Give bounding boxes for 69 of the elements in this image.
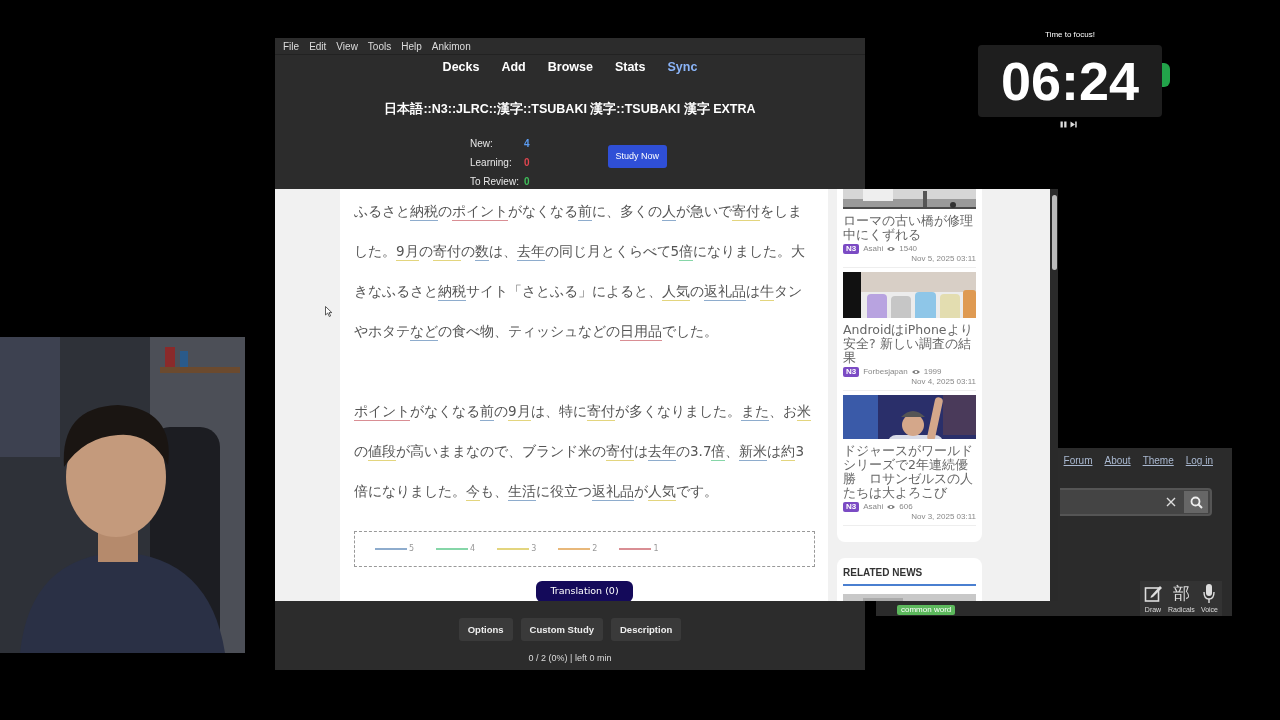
mouse-cursor-icon [325, 306, 332, 317]
deck-title: 日本語::N3::JLRC::漢字::TSUBAKI 漢字::TSUBAKI 漢字 EXTRA [383, 101, 757, 117]
article-paragraph: ポイントがなくなる前の9月 は、特に寄付が多くなりました。また、お米 の値段が高いままなので、ブランド米の寄付は去年の3.7倍、新米は約3倍になりました。今 も、生活に役立つ返礼品が人気です。 [354, 402, 812, 503]
nav-link[interactable]: About [1104, 453, 1131, 468]
search-field[interactable] [1060, 488, 1212, 516]
news-date: Nov 5, 2025 03:11 [911, 254, 976, 264]
nav-link[interactable]: Decks [442, 58, 480, 77]
level-badge: N3 [843, 244, 860, 254]
menu-item[interactable]: Edit [309, 38, 327, 54]
timer-caption: Time to focus! [1044, 29, 1096, 41]
eye-icon [911, 369, 920, 375]
menu-item[interactable]: File [283, 38, 300, 54]
nav-link[interactable]: Stats [614, 58, 646, 77]
source-label: Asahi [863, 502, 884, 512]
news-title[interactable]: AndroidはiPhoneより安全? 新しい調査の結果 [843, 323, 976, 365]
source-label: Asahi [863, 244, 884, 254]
pencil-icon [1144, 583, 1162, 605]
skip-icon[interactable] [1070, 121, 1077, 128]
count-value: 0 [524, 156, 530, 170]
view-count: 606 [899, 502, 913, 512]
eye-icon [887, 246, 896, 252]
footer-button[interactable]: Options [458, 618, 513, 641]
pause-icon[interactable] [1060, 121, 1067, 128]
source-label: Forbesjapan [863, 367, 908, 377]
count-label: Learning: [470, 156, 513, 170]
news-title[interactable]: ローマの古い橋が修理中にくずれる [843, 214, 976, 242]
nav-link[interactable]: Log in [1185, 453, 1213, 468]
legend-label: 3 [531, 544, 537, 554]
footer-button[interactable]: Custom Study [520, 618, 603, 641]
level-badge: N3 [843, 367, 860, 377]
search-button[interactable] [1184, 491, 1208, 513]
nav-link[interactable]: Add [501, 58, 526, 77]
nav-link[interactable]: Sync [667, 58, 698, 77]
side-tab[interactable] [1162, 63, 1170, 87]
count-label: To Review: [470, 175, 520, 189]
progress-text: 0 / 2 (0%) | left 0 min [527, 652, 613, 665]
legend-label: 4 [470, 544, 476, 554]
view-count: 1999 [923, 367, 942, 377]
kanji-icon: 部 [1172, 583, 1190, 605]
count-value: 4 [524, 137, 530, 151]
nav-link[interactable]: Theme [1142, 453, 1174, 468]
study-now-button[interactable]: Study Now [607, 144, 668, 169]
legend-label: 1 [653, 544, 659, 554]
nav-link[interactable]: Browse [547, 58, 593, 77]
news-date: Nov 3, 2025 03:11 [911, 512, 976, 522]
news-date: Nov 4, 2025 03:11 [911, 377, 976, 387]
footer-button[interactable]: Description [611, 618, 682, 641]
level-badge: N3 [843, 502, 860, 512]
timer-display: 06:24 [1000, 51, 1140, 111]
legend-label: 5 [409, 544, 415, 554]
count-label: New: [470, 137, 494, 151]
count-value: 0 [524, 175, 530, 189]
eye-icon [887, 504, 896, 510]
view-count: 1540 [899, 244, 918, 254]
menu-item[interactable]: Ankimon [431, 38, 471, 54]
menu-item[interactable]: Help [401, 38, 422, 54]
menu-item[interactable]: View [336, 38, 358, 54]
article-paragraph: ふるさと納税のポイントがなくなる前に、多くの人が急いで寄付をしました。9月の寄付の数は、去年の同じ月とくらべて5倍になりました。大きなふるさと納税サイト「さとふる」によると、人気の返礼品は牛タンやホタテなどの食べ物、ティッシュなどの日用品でした。 [354, 202, 807, 343]
section-heading: RELATED NEWS [843, 565, 976, 586]
close-icon[interactable] [1166, 497, 1176, 507]
news-title[interactable]: ドジャースがワールドシリーズで2年連続優勝 ロサンゼルスの人たちは大よろこび [843, 444, 976, 500]
translation-button[interactable]: Translation (0) [536, 581, 633, 601]
scrollbar[interactable] [1050, 189, 1058, 601]
legend-label: 2 [592, 544, 598, 554]
microphone-icon [1202, 583, 1217, 605]
common-word-tag: common word [897, 605, 956, 615]
search-icon [1189, 495, 1203, 509]
menu-item[interactable]: Tools [367, 38, 392, 54]
nav-link[interactable]: Forum [1063, 453, 1093, 468]
